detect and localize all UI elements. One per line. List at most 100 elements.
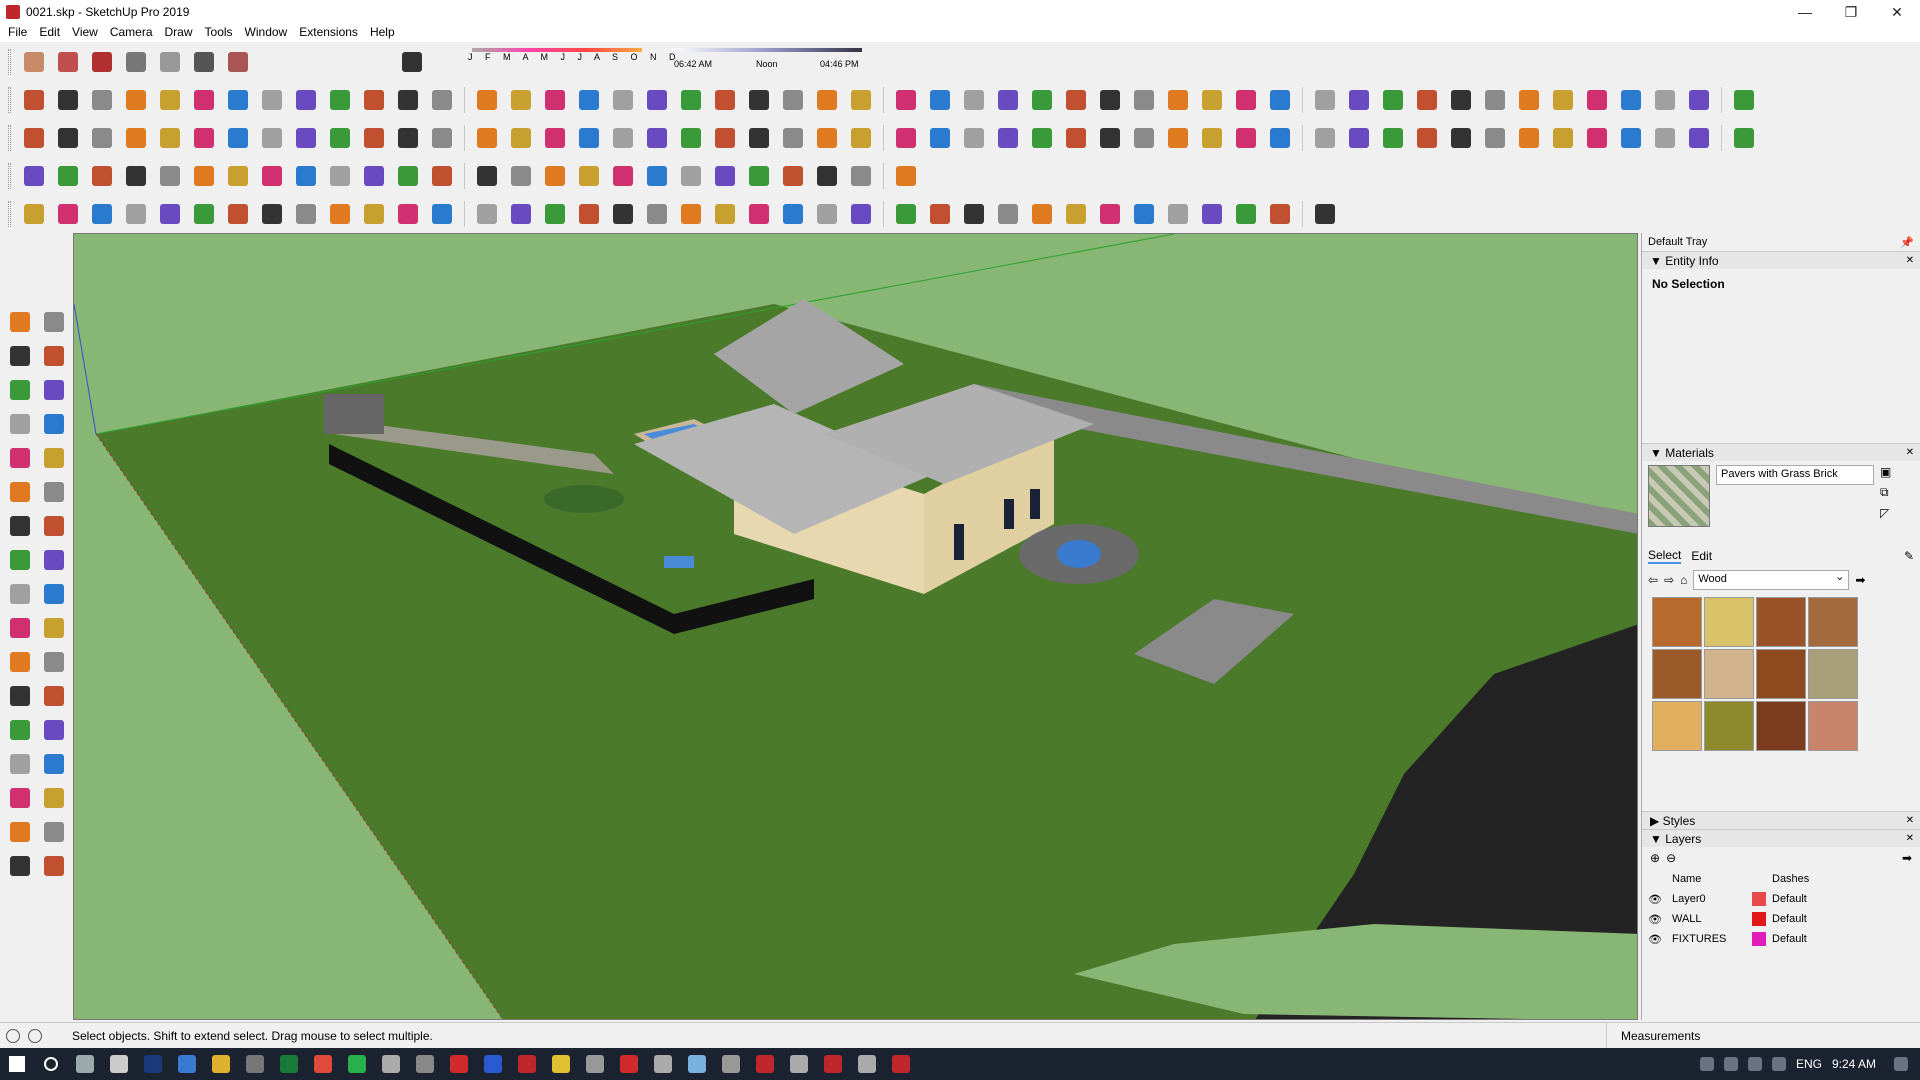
solid-tool-icon[interactable]: [711, 200, 739, 228]
main-tool-icon[interactable]: [224, 124, 252, 152]
plugin-tool-icon[interactable]: [575, 162, 603, 190]
main-tool-icon[interactable]: [779, 124, 807, 152]
extension-tool-icon[interactable]: [1685, 86, 1713, 114]
solid-tool-icon[interactable]: [926, 200, 954, 228]
shadows-toggle-icon[interactable]: [398, 48, 426, 76]
extension-tool-icon[interactable]: [1232, 86, 1260, 114]
visibility-icon[interactable]: 👁: [1648, 933, 1672, 946]
right-view-icon[interactable]: [122, 48, 150, 76]
solid-tool-icon[interactable]: [892, 200, 920, 228]
menu-file[interactable]: File: [4, 25, 35, 39]
offset-icon[interactable]: [6, 580, 34, 608]
solid-tool-icon[interactable]: [960, 200, 988, 228]
main-tool-icon[interactable]: [190, 124, 218, 152]
move-icon[interactable]: [40, 512, 68, 540]
layer-dashes[interactable]: Default: [1772, 933, 1852, 945]
language-indicator[interactable]: ENG: [1796, 1057, 1822, 1071]
layer-dashes[interactable]: Default: [1772, 913, 1852, 925]
rectangle-icon[interactable]: [40, 376, 68, 404]
network-icon[interactable]: [1723, 1057, 1738, 1071]
app-app-icon[interactable]: [850, 1048, 884, 1080]
edge-app-icon[interactable]: [170, 1048, 204, 1080]
solid-tool-icon[interactable]: [394, 200, 422, 228]
main-tool-icon[interactable]: [20, 124, 48, 152]
plugin-tool-icon[interactable]: [609, 162, 637, 190]
main-tool-icon[interactable]: [847, 124, 875, 152]
menu-view[interactable]: View: [68, 25, 106, 39]
plugin-tool-icon[interactable]: [122, 162, 150, 190]
main-tool-icon[interactable]: [994, 124, 1022, 152]
solid-tool-icon[interactable]: [1198, 200, 1226, 228]
forward-icon[interactable]: ⇨: [1664, 573, 1674, 587]
solid-tool-icon[interactable]: [677, 200, 705, 228]
extension-tool-icon[interactable]: [507, 86, 535, 114]
protractor-icon[interactable]: [40, 614, 68, 642]
extension-tool-icon[interactable]: [892, 86, 920, 114]
solid-tool-icon[interactable]: [1130, 200, 1158, 228]
info-icon[interactable]: [28, 1028, 42, 1043]
solid-tool-icon[interactable]: [122, 200, 150, 228]
app-app-icon[interactable]: [374, 1048, 408, 1080]
extension-tool-icon[interactable]: [1730, 86, 1758, 114]
pie-icon[interactable]: [6, 478, 34, 506]
main-tool-icon[interactable]: [813, 124, 841, 152]
file-explorer-app-icon[interactable]: [204, 1048, 238, 1080]
solid-tool-icon[interactable]: [1311, 200, 1339, 228]
app-app-icon[interactable]: [578, 1048, 612, 1080]
extension-tool-icon[interactable]: [1617, 86, 1645, 114]
extension-tool-icon[interactable]: [1583, 86, 1611, 114]
extension-tool-icon[interactable]: [575, 86, 603, 114]
close-panel-icon[interactable]: ✕: [1906, 815, 1914, 826]
extension-tool-icon[interactable]: [1549, 86, 1577, 114]
main-tool-icon[interactable]: [473, 124, 501, 152]
extension-tool-icon[interactable]: [541, 86, 569, 114]
extension-tool-icon[interactable]: [473, 86, 501, 114]
top-view-icon[interactable]: [54, 48, 82, 76]
extension-tool-icon[interactable]: [1345, 86, 1373, 114]
toolbar-grip[interactable]: [8, 201, 11, 227]
plugin-tool-icon[interactable]: [847, 162, 875, 190]
polygon-icon[interactable]: [6, 444, 34, 472]
extension-tool-icon[interactable]: [428, 86, 456, 114]
scale-icon[interactable]: [40, 546, 68, 574]
menu-tools[interactable]: Tools: [201, 25, 241, 39]
main-tool-icon[interactable]: [1481, 124, 1509, 152]
extension-tool-icon[interactable]: [1062, 86, 1090, 114]
extension-tool-icon[interactable]: [1311, 86, 1339, 114]
task-view-app-icon[interactable]: [68, 1048, 102, 1080]
word-app-icon[interactable]: [476, 1048, 510, 1080]
solid-tool-icon[interactable]: [994, 200, 1022, 228]
follow-me-icon[interactable]: [6, 512, 34, 540]
sample-paint-icon[interactable]: ✎: [1904, 549, 1914, 563]
visibility-icon[interactable]: 👁: [1648, 913, 1672, 926]
entity-info-header[interactable]: ▼ Entity Info ✕: [1642, 251, 1920, 269]
extension-tool-icon[interactable]: [1266, 86, 1294, 114]
toolbar-grip[interactable]: [8, 49, 11, 75]
extension-tool-icon[interactable]: [360, 86, 388, 114]
section-plane-icon[interactable]: [6, 852, 34, 880]
main-tool-icon[interactable]: [1685, 124, 1713, 152]
extension-tool-icon[interactable]: [1164, 86, 1192, 114]
main-tool-icon[interactable]: [1164, 124, 1192, 152]
layer-color[interactable]: [1752, 932, 1766, 946]
main-tool-icon[interactable]: [1130, 124, 1158, 152]
toolbar-grip[interactable]: [8, 163, 11, 189]
toolbar-grip[interactable]: [8, 125, 11, 151]
layers-header[interactable]: ▼ Layers ✕: [1642, 829, 1920, 847]
material-swatch[interactable]: [1704, 649, 1754, 699]
extension-tool-icon[interactable]: [609, 86, 637, 114]
solid-tool-icon[interactable]: [847, 200, 875, 228]
plugin-tool-icon[interactable]: [326, 162, 354, 190]
solid-tool-icon[interactable]: [643, 200, 671, 228]
plugin-tool-icon[interactable]: [507, 162, 535, 190]
zoom-extents-icon[interactable]: [40, 750, 68, 778]
main-tool-icon[interactable]: [960, 124, 988, 152]
main-tool-icon[interactable]: [292, 124, 320, 152]
walk-icon[interactable]: [40, 818, 68, 846]
extension-tool-icon[interactable]: [394, 86, 422, 114]
plugin-tool-icon[interactable]: [258, 162, 286, 190]
details-arrow-icon[interactable]: ➡: [1855, 573, 1865, 587]
menu-edit[interactable]: Edit: [35, 25, 68, 39]
solid-tool-icon[interactable]: [326, 200, 354, 228]
paint-bucket-icon[interactable]: [6, 342, 34, 370]
